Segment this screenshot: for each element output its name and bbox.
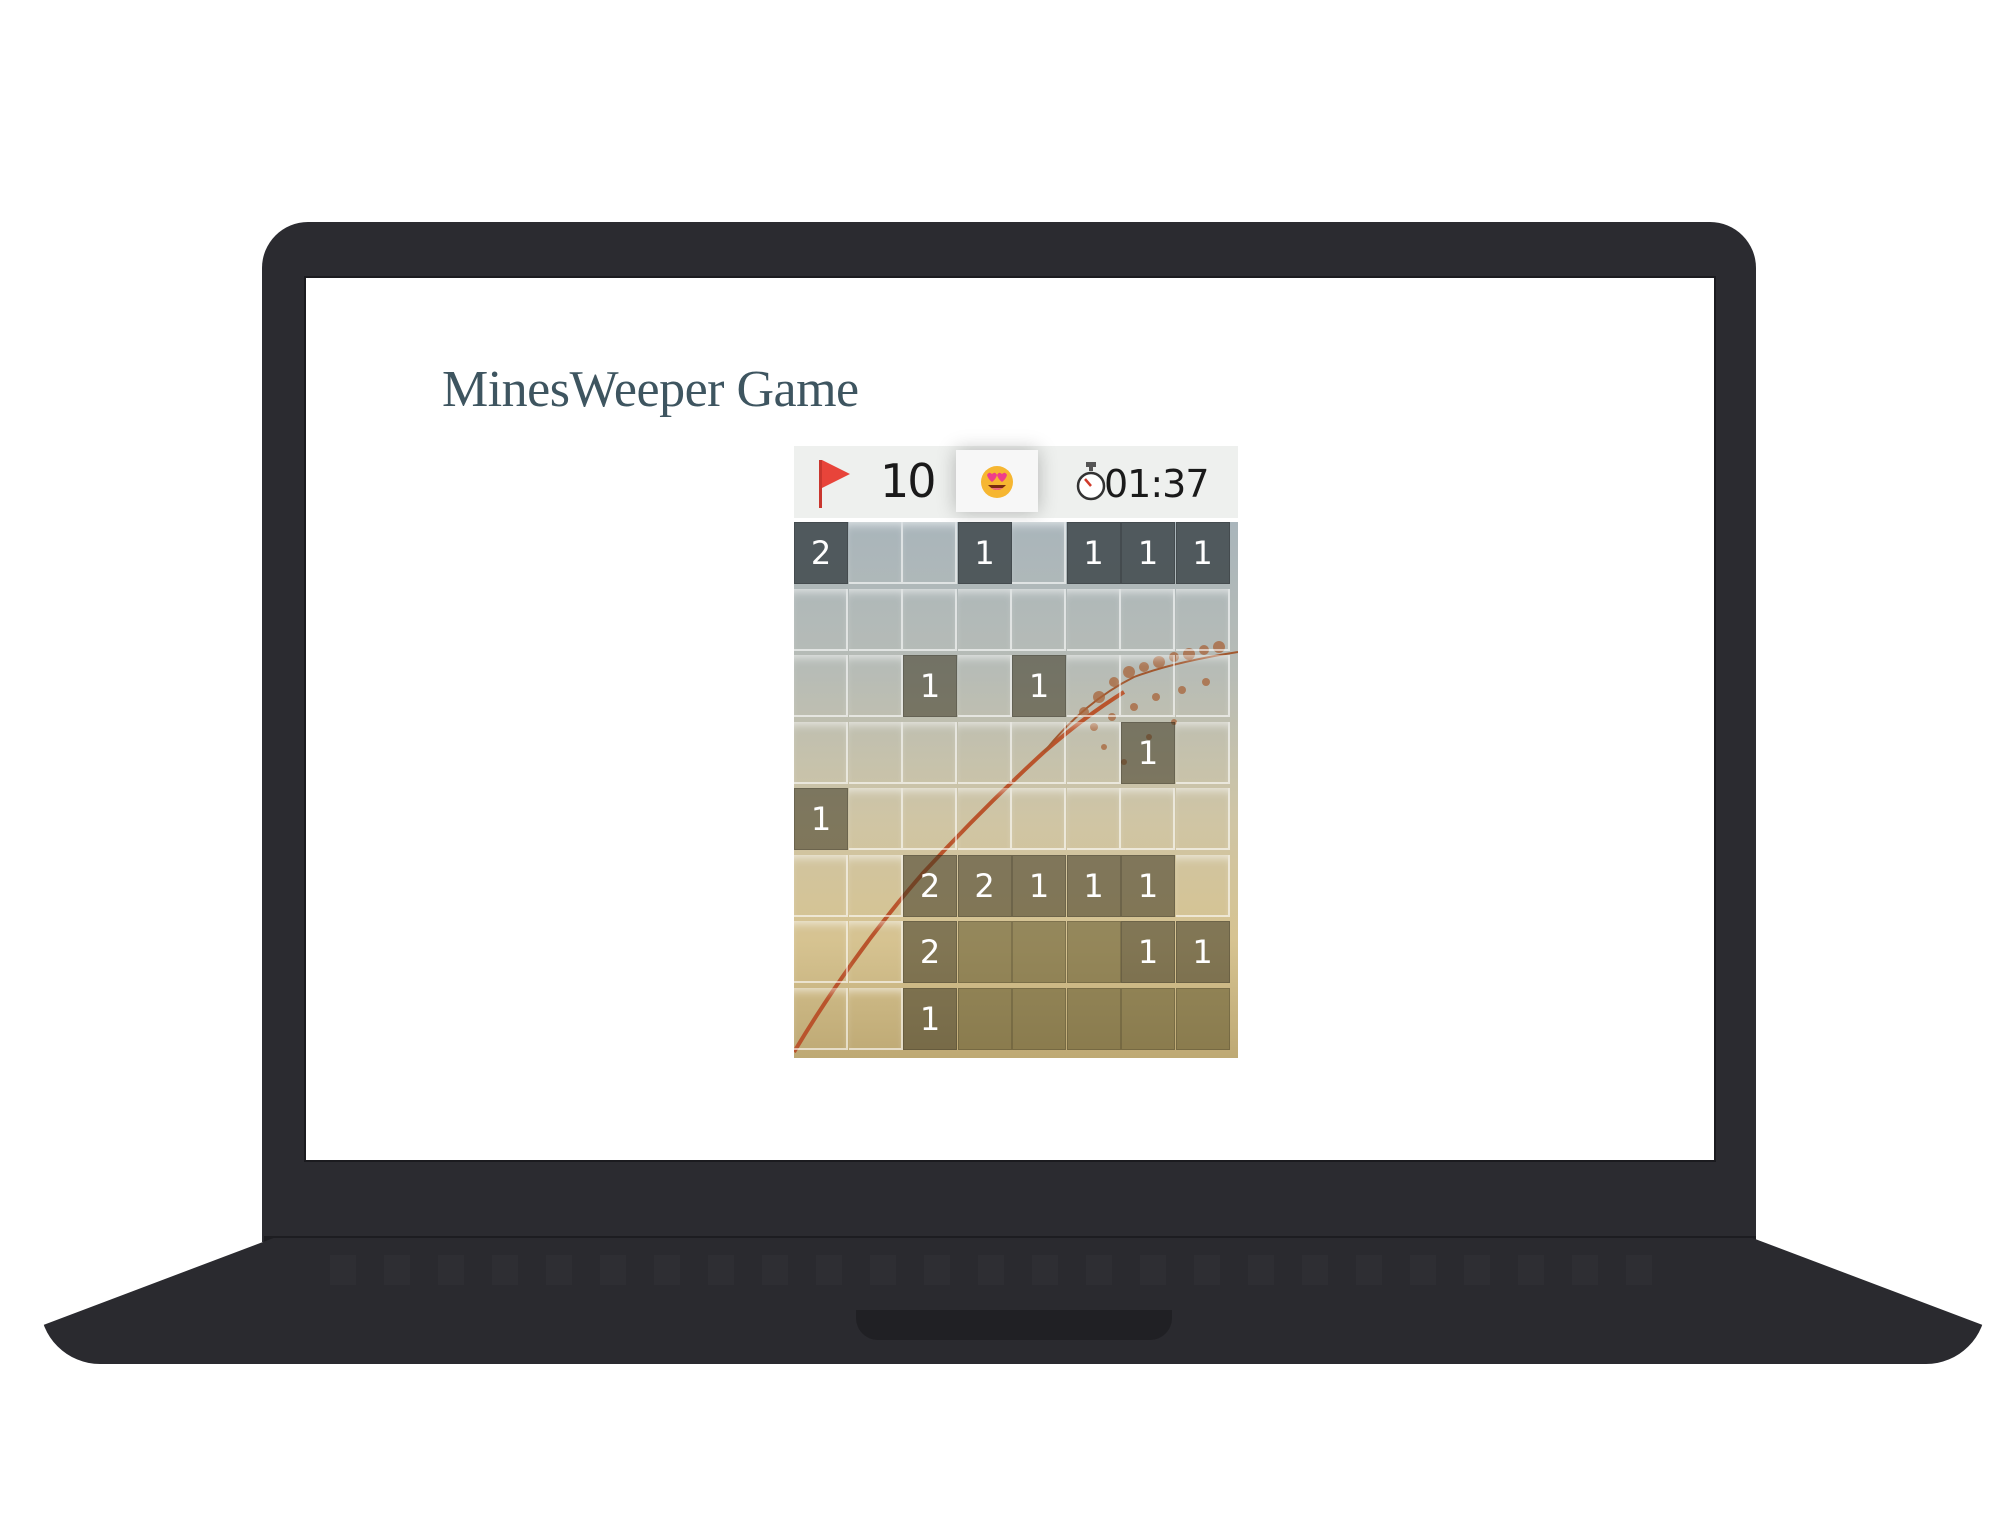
grid-cell-r5-c1[interactable] — [848, 854, 903, 917]
grid-cell-r0-c7[interactable]: 1 — [1175, 522, 1230, 584]
grid-cell-r6-c7[interactable]: 1 — [1175, 921, 1230, 983]
grid-cell-r2-c5[interactable] — [1066, 655, 1121, 717]
grid-cell-r5-c5[interactable]: 1 — [1066, 854, 1121, 917]
grid-cell-r5-c3[interactable]: 2 — [957, 854, 1012, 917]
grid-cell-r7-c0[interactable] — [794, 987, 848, 1050]
grid-cell-r0-c1[interactable] — [848, 522, 903, 584]
grid-cell-r6-c0[interactable] — [794, 921, 848, 983]
grid-cell-r3-c0[interactable] — [794, 721, 848, 784]
mine-grid: 211111111221112111 — [794, 522, 1238, 1058]
grid-cell-r1-c3[interactable] — [957, 588, 1012, 651]
grid-cell-r5-c6[interactable]: 1 — [1121, 854, 1175, 917]
grid-cell-r5-c2[interactable]: 2 — [903, 854, 957, 917]
grid-cell-r0-c2[interactable] — [903, 522, 957, 584]
grid-cell-r7-c5[interactable] — [1066, 987, 1121, 1050]
grid-cell-r1-c2[interactable] — [903, 588, 957, 651]
grid-cell-r1-c1[interactable] — [848, 588, 903, 651]
grid-cell-r6-c2[interactable]: 2 — [903, 921, 957, 983]
grid-cell-r4-c7[interactable] — [1175, 788, 1230, 850]
grid-cell-r1-c5[interactable] — [1066, 588, 1121, 651]
reset-face-button[interactable] — [956, 450, 1038, 512]
flag-icon — [819, 460, 850, 508]
grid-cell-r1-c4[interactable] — [1012, 588, 1066, 651]
grid-cell-r7-c1[interactable] — [848, 987, 903, 1050]
grid-cell-r1-c6[interactable] — [1121, 588, 1175, 651]
flag-counter: 10 — [880, 454, 937, 508]
grid-cell-r6-c5[interactable] — [1066, 921, 1121, 983]
grid-cell-r7-c4[interactable] — [1012, 987, 1066, 1050]
grid-cell-r3-c5[interactable] — [1066, 721, 1121, 784]
heart-eyes-smiley-icon — [981, 466, 1013, 498]
grid-cell-r5-c0[interactable] — [794, 854, 848, 917]
grid-cell-r0-c6[interactable]: 1 — [1121, 522, 1175, 584]
grid-cell-r4-c4[interactable] — [1012, 788, 1066, 850]
grid-cell-r0-c0[interactable]: 2 — [794, 522, 848, 584]
grid-cell-r3-c3[interactable] — [957, 721, 1012, 784]
grid-cell-r5-c7[interactable] — [1175, 854, 1230, 917]
grid-cell-r2-c3[interactable] — [957, 655, 1012, 717]
grid-cell-r4-c1[interactable] — [848, 788, 903, 850]
grid-cell-r2-c1[interactable] — [848, 655, 903, 717]
grid-cell-r0-c5[interactable]: 1 — [1066, 522, 1121, 584]
grid-cell-r3-c6[interactable]: 1 — [1121, 721, 1175, 784]
grid-cell-r3-c7[interactable] — [1175, 721, 1230, 784]
grid-cell-r4-c0[interactable]: 1 — [794, 788, 848, 850]
grid-cell-r3-c1[interactable] — [848, 721, 903, 784]
page-title: MinesWeeper Game — [442, 361, 859, 418]
minesweeper-board: 10 01:37 2 1 1 1 1 1 1 1 1 2 2 1 1 1 2 1… — [794, 446, 1238, 1058]
game-timer: 01:37 — [1104, 462, 1210, 506]
grid-cell-r2-c7[interactable] — [1175, 655, 1230, 717]
grid-cell-r1-c0[interactable] — [794, 588, 848, 651]
grid-cell-r0-c4[interactable] — [1012, 522, 1066, 584]
grid-cell-r3-c2[interactable] — [903, 721, 957, 784]
grid-cell-r2-c2[interactable]: 1 — [903, 655, 957, 717]
grid-cell-r4-c5[interactable] — [1066, 788, 1121, 850]
grid-cell-r0-c3[interactable]: 1 — [957, 522, 1012, 584]
grid-cell-r1-c7[interactable] — [1175, 588, 1230, 651]
laptop-screen: MinesWeeper Game 10 01:37 2 1 1 1 1 1 1 … — [304, 276, 1716, 1162]
grid-cell-r6-c3[interactable] — [957, 921, 1012, 983]
grid-cell-r7-c2[interactable]: 1 — [903, 987, 957, 1050]
grid-cell-r3-c4[interactable] — [1012, 721, 1066, 784]
grid-cell-r7-c6[interactable] — [1121, 987, 1175, 1050]
grid-cell-r2-c6[interactable] — [1121, 655, 1175, 717]
grid-cell-r7-c3[interactable] — [957, 987, 1012, 1050]
grid-cell-r4-c3[interactable] — [957, 788, 1012, 850]
grid-cell-r2-c0[interactable] — [794, 655, 848, 717]
grid-cell-r2-c4[interactable]: 1 — [1012, 655, 1066, 717]
grid-cell-r4-c6[interactable] — [1121, 788, 1175, 850]
grid-cell-r4-c2[interactable] — [903, 788, 957, 850]
grid-cell-r6-c4[interactable] — [1012, 921, 1066, 983]
status-bar: 10 01:37 — [794, 446, 1238, 518]
grid-cell-r5-c4[interactable]: 1 — [1012, 854, 1066, 917]
stopwatch-icon — [1076, 462, 1106, 501]
laptop-notch — [856, 1310, 1172, 1340]
grid-cell-r7-c7[interactable] — [1175, 987, 1230, 1050]
laptop-keyboard — [330, 1255, 1680, 1285]
grid-cell-r6-c6[interactable]: 1 — [1121, 921, 1175, 983]
grid-cell-r6-c1[interactable] — [848, 921, 903, 983]
